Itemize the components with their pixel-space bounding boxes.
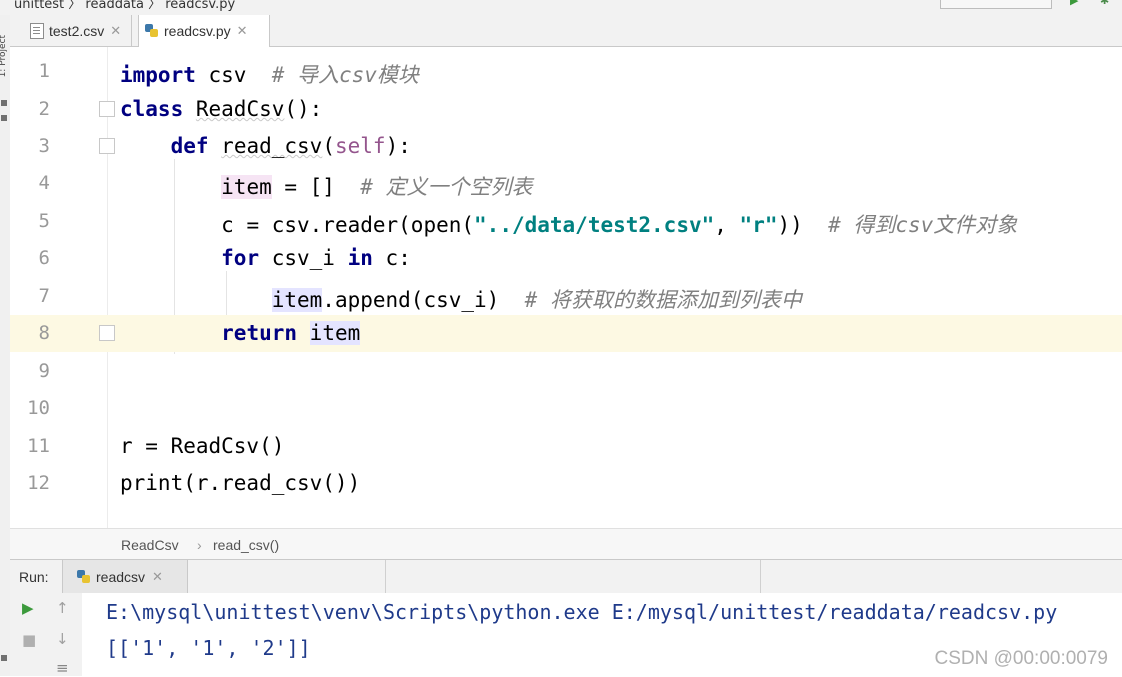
code-text: )) <box>777 213 829 237</box>
code-text: c = csv.reader(open( <box>221 213 475 237</box>
variable-item: item <box>271 288 323 312</box>
watermark: CSDN @00:00:0079 <box>934 648 1109 669</box>
code-editor[interactable]: 1 import csv # 导入csv模块 2 class ReadCsv()… <box>10 47 1122 528</box>
console-line: [['1', '1', '2']] <box>106 636 311 660</box>
rerun-icon[interactable]: ▶ <box>22 599 34 617</box>
line-number: 6 <box>38 247 50 269</box>
comment: # 将获取的数据添加到列表中 <box>524 288 802 312</box>
run-tool-header: Run: readcsv ✕ <box>10 559 1122 594</box>
code-text: print(r.read_csv()) <box>120 471 361 495</box>
nav-breadcrumb[interactable]: unittest 〉 readdata 〉 readcsv.py <box>14 0 235 12</box>
fold-icon[interactable] <box>99 138 115 154</box>
close-icon[interactable]: ✕ <box>237 23 248 39</box>
tab-label: test2.csv <box>49 22 105 39</box>
keyword: import <box>120 63 196 87</box>
class-name: ReadCsv <box>195 97 285 121</box>
run-icon[interactable]: ▶ <box>1070 0 1078 7</box>
comment: # 导入csv模块 <box>271 63 419 87</box>
line-number: 8 <box>38 322 50 344</box>
line-number: 5 <box>38 210 50 232</box>
run-toolbar: ▶ ↑ ■ ↓ ≡ <box>10 593 83 677</box>
breadcrumb-method[interactable]: read_csv() <box>213 537 279 553</box>
code-text: csv_i <box>259 246 348 270</box>
console-line: E:\mysql\unittest\venv\Scripts\python.ex… <box>106 600 1058 624</box>
code-line: 12 print(r.read_csv()) <box>10 465 1122 502</box>
tab-label: readcsv.py <box>164 23 231 39</box>
run-label: Run: <box>19 569 49 585</box>
code-line: 2 class ReadCsv(): <box>10 91 1122 128</box>
close-icon[interactable]: ✕ <box>152 569 163 585</box>
keyword: for <box>221 246 260 270</box>
code-line: 4 item = [] # 定义一个空列表 <box>10 165 1122 202</box>
tool-strip-icon[interactable] <box>1 100 7 106</box>
keyword: return <box>221 321 298 345</box>
line-number: 7 <box>38 285 50 307</box>
line-number: 12 <box>27 472 50 494</box>
fold-icon[interactable] <box>99 325 115 341</box>
line-number: 2 <box>38 98 50 120</box>
string-literal: "r" <box>739 213 778 237</box>
down-arrow-icon[interactable]: ↓ <box>56 630 69 648</box>
python-file-icon <box>77 569 91 584</box>
code-text: .append(csv_i) <box>322 288 525 312</box>
string-literal: "../data/test2.csv" <box>474 213 715 237</box>
structure-breadcrumb: ReadCsv › read_csv() <box>10 528 1122 560</box>
code-text: ): <box>385 134 411 158</box>
close-icon[interactable]: ✕ <box>110 23 121 39</box>
code-text: c: <box>372 246 411 270</box>
keyword: in <box>347 246 373 270</box>
line-number: 1 <box>38 60 50 82</box>
comment: # 得到csv文件对象 <box>828 213 1018 237</box>
code-line: 5 c = csv.reader(open("../data/test2.csv… <box>10 203 1122 240</box>
run-tab-readcsv[interactable]: readcsv ✕ <box>62 560 188 593</box>
code-line: 1 import csv # 导入csv模块 <box>10 53 1122 90</box>
code-text: (): <box>284 97 323 121</box>
line-number: 9 <box>38 360 50 382</box>
function-name: read_csv <box>221 134 323 158</box>
project-tool-button[interactable]: 1: Project <box>0 35 8 77</box>
code-line-current: 8 return item <box>10 315 1122 352</box>
tool-strip-icon[interactable] <box>1 655 7 661</box>
comment: # 定义一个空列表 <box>360 175 533 199</box>
code-text: ( <box>322 134 335 158</box>
tab-test2-csv[interactable]: test2.csv ✕ <box>24 15 132 46</box>
tab-readcsv-py[interactable]: readcsv.py ✕ <box>138 15 270 47</box>
soft-wrap-icon[interactable]: ≡ <box>56 659 69 677</box>
code-text: , <box>714 213 740 237</box>
code-text: r = ReadCsv() <box>120 434 285 458</box>
code-line: 6 for csv_i in c: <box>10 240 1122 277</box>
code-line: 3 def read_csv(self): <box>10 128 1122 165</box>
run-tab-label: readcsv <box>96 568 146 585</box>
keyword: def <box>170 134 209 158</box>
variable-item: item <box>221 175 272 199</box>
navigation-bar: unittest 〉 readdata 〉 readcsv.py ▶ ✱ <box>0 0 1122 16</box>
code-line: 11 r = ReadCsv() <box>10 428 1122 465</box>
line-number: 11 <box>27 435 50 457</box>
run-configuration-selector[interactable] <box>940 0 1052 9</box>
divider <box>760 560 761 593</box>
tool-strip-icon[interactable] <box>1 115 7 121</box>
fold-icon[interactable] <box>99 101 115 117</box>
breadcrumb-class[interactable]: ReadCsv <box>121 537 179 553</box>
code-text: = [] <box>271 175 361 199</box>
variable-item: item <box>309 321 361 345</box>
debug-icon[interactable]: ✱ <box>1100 0 1109 7</box>
code-line: 7 item.append(csv_i) # 将获取的数据添加到列表中 <box>10 278 1122 315</box>
code-line: 10 <box>10 390 1122 427</box>
divider <box>385 560 386 593</box>
breadcrumb-separator: › <box>197 537 202 553</box>
stop-icon[interactable]: ■ <box>22 631 36 649</box>
line-number: 3 <box>38 135 50 157</box>
keyword: class <box>120 97 184 121</box>
csv-file-icon <box>30 22 44 39</box>
code-line: 9 <box>10 353 1122 390</box>
line-number: 10 <box>27 397 50 419</box>
up-arrow-icon[interactable]: ↑ <box>56 599 69 617</box>
line-number: 4 <box>38 172 50 194</box>
self-param: self <box>334 134 386 158</box>
code-text: csv <box>195 63 272 87</box>
python-file-icon <box>145 24 159 38</box>
editor-tab-bar: test2.csv ✕ readcsv.py ✕ <box>10 15 1122 47</box>
